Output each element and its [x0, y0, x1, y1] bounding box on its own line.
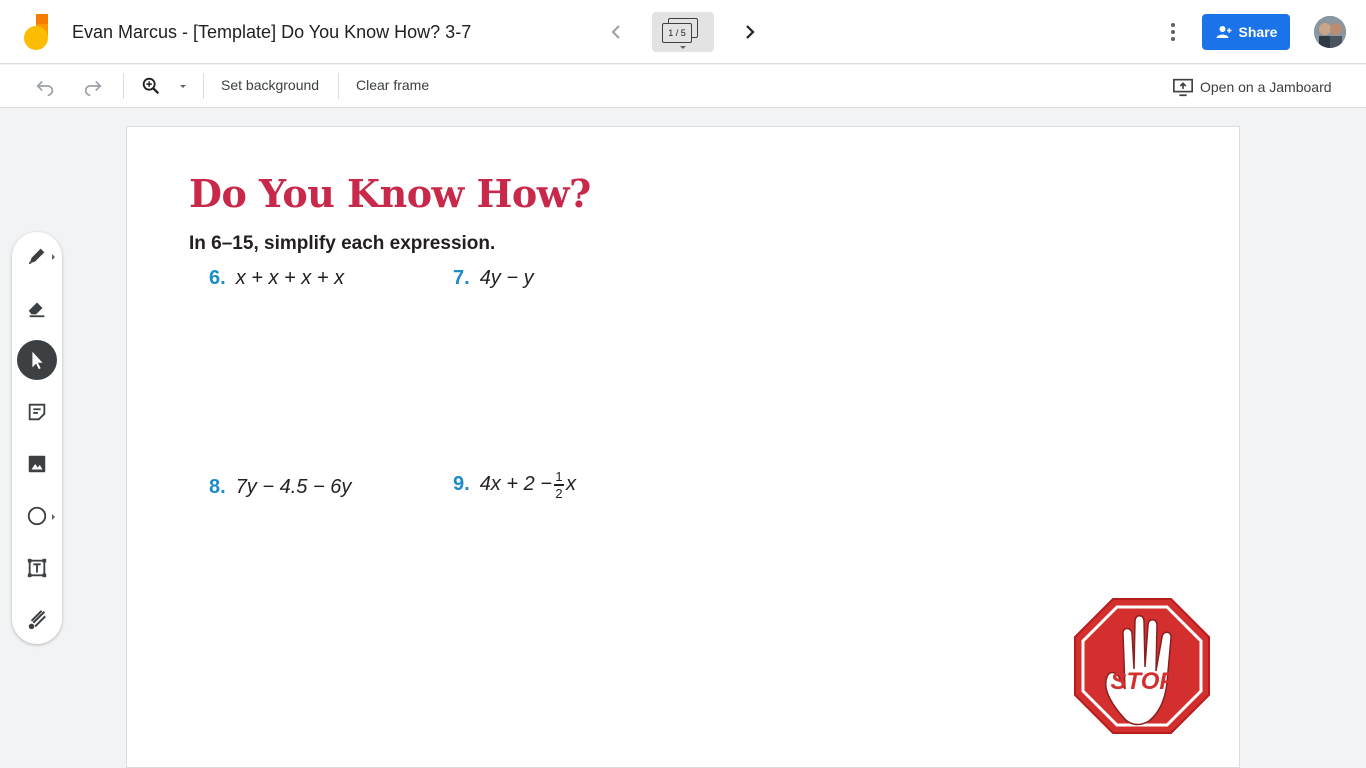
open-on-jamboard-label: Open on a Jamboard [1200, 79, 1332, 95]
document-title[interactable]: Evan Marcus - [Template] Do You Know How… [72, 22, 471, 43]
laser-tool[interactable] [17, 600, 57, 640]
problem-7: 7. 4y − y [453, 267, 534, 289]
zoom-in-icon [142, 77, 160, 95]
undo-button[interactable] [33, 74, 57, 98]
pen-tool[interactable] [17, 236, 57, 276]
slide-heading: Do You Know How? [189, 171, 591, 216]
zoom-button[interactable] [139, 74, 163, 98]
eraser-tool[interactable] [17, 288, 57, 328]
frame-indicator: 1 / 5 [662, 23, 692, 43]
add-image-tool[interactable] [17, 444, 57, 484]
next-frame-button[interactable] [738, 20, 762, 44]
edit-toolbar: Set background Clear frame Open on a Jam… [0, 65, 1366, 108]
problem-6: 6. x + x + x + x [209, 267, 345, 289]
cast-to-device-icon [1173, 78, 1193, 97]
share-button[interactable]: Share [1202, 14, 1290, 50]
zoom-dropdown[interactable] [172, 74, 194, 98]
chevron-right-icon [746, 25, 755, 39]
frame-bar-toggle[interactable]: 1 / 5 [652, 12, 714, 52]
top-bar: Evan Marcus - [Template] Do You Know How… [0, 0, 1366, 64]
open-on-jamboard-button[interactable]: Open on a Jamboard [1172, 75, 1332, 99]
chevron-left-icon [611, 25, 620, 39]
cursor-arrow-icon [32, 351, 43, 370]
avatar[interactable] [1314, 16, 1346, 48]
sticky-note-icon [28, 403, 46, 421]
previous-frame-button[interactable] [604, 20, 628, 44]
jamboard-logo-icon[interactable] [22, 14, 50, 50]
problem-9: 9. 4x + 2 − 1 2 x [453, 469, 576, 501]
undo-icon [36, 80, 54, 96]
more-options-button[interactable] [1161, 20, 1185, 44]
person-add-icon [1216, 26, 1232, 38]
problem-8: 8. 7y − 4.5 − 6y [209, 476, 352, 498]
shape-tool[interactable] [17, 496, 57, 536]
redo-icon [84, 80, 102, 96]
image-icon [28, 455, 46, 473]
text-box-tool[interactable] [17, 548, 57, 588]
jam-frame-canvas[interactable]: Do You Know How? In 6–15, simplify each … [126, 126, 1240, 768]
caret-down-icon [180, 85, 186, 88]
set-background-button[interactable]: Set background [221, 77, 319, 93]
pen-icon [28, 248, 45, 265]
caret-down-icon [680, 46, 686, 49]
share-label: Share [1238, 24, 1278, 40]
stop-sign-image[interactable]: STOP [1073, 597, 1211, 735]
sticky-note-tool[interactable] [17, 392, 57, 432]
clear-frame-button[interactable]: Clear frame [356, 77, 429, 93]
circle-icon [27, 506, 47, 526]
select-tool[interactable] [17, 340, 57, 380]
redo-button[interactable] [81, 74, 105, 98]
eraser-icon [28, 302, 45, 318]
stop-sign-text: STOP [1111, 668, 1177, 695]
instruction-text: In 6–15, simplify each expression. [189, 233, 496, 254]
more-vert-icon [1171, 23, 1175, 41]
text-box-icon [27, 558, 47, 578]
fraction: 1 2 [553, 469, 564, 501]
laser-pointer-icon [28, 610, 46, 630]
tool-panel [12, 232, 62, 644]
